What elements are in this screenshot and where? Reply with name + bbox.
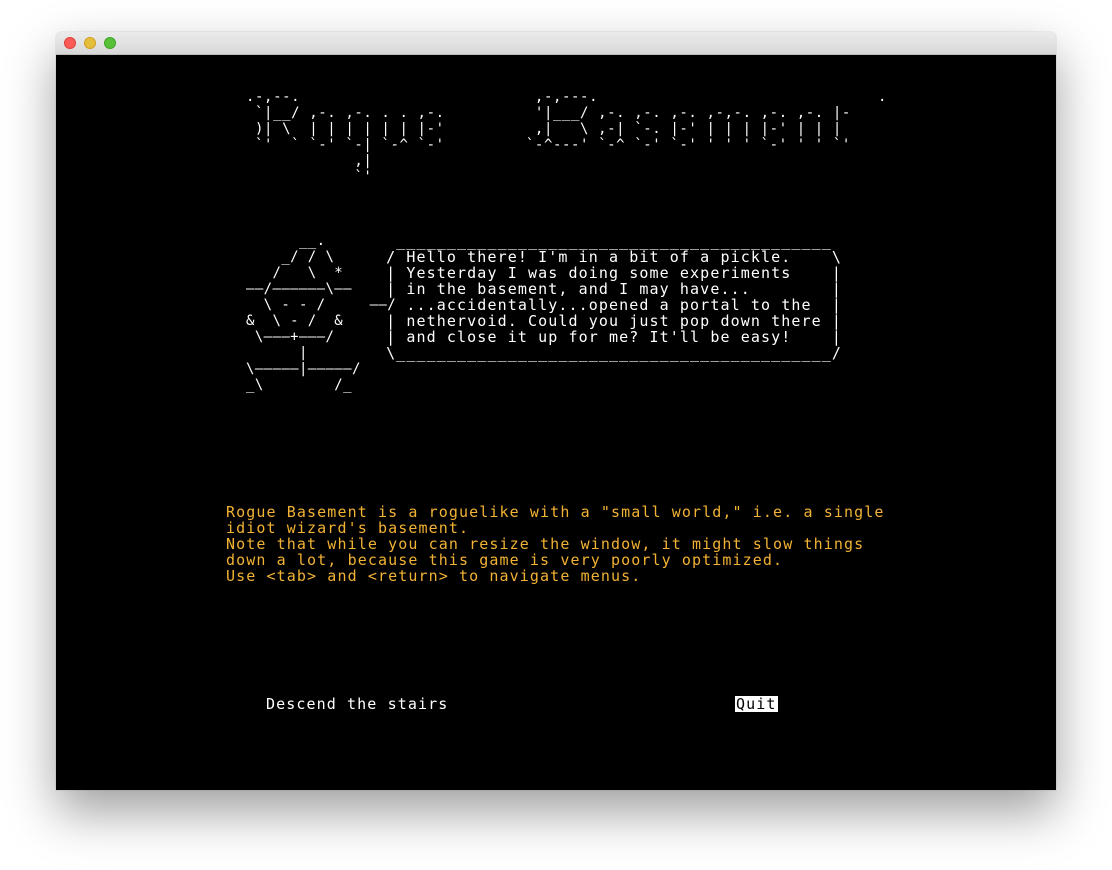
intro-paragraph: Note that while you can resize the windo… [226, 535, 865, 569]
wizard-ascii-art: __. _/ / \ / \ * ——/——————\—— \ - - / ——… [246, 233, 397, 393]
title-bar[interactable] [56, 32, 1056, 55]
intro-text: Rogue Basement is a roguelike with a "sm… [226, 504, 885, 584]
descend-stairs-button[interactable]: Descend the stairs [265, 696, 449, 712]
game-window: .-,--. ,-,---. . `|__/ ,-. ,-. . . ,-. '… [56, 32, 1056, 790]
minimize-button[interactable] [84, 37, 96, 49]
game-screen: .-,--. ,-,---. . `|__/ ,-. ,-. . . ,-. '… [56, 55, 1056, 790]
zoom-button[interactable] [104, 37, 116, 49]
quit-button[interactable]: Quit [735, 696, 778, 712]
speech-bubble: ________________________________________… [386, 232, 843, 362]
intro-paragraph: Rogue Basement is a roguelike with a "sm… [226, 503, 885, 537]
close-button[interactable] [64, 37, 76, 49]
title-logo-art: .-,--. ,-,---. . `|__/ ,-. ,-. . . ,-. '… [246, 89, 888, 185]
intro-paragraph: Use <tab> and <return> to navigate menus… [226, 567, 642, 585]
